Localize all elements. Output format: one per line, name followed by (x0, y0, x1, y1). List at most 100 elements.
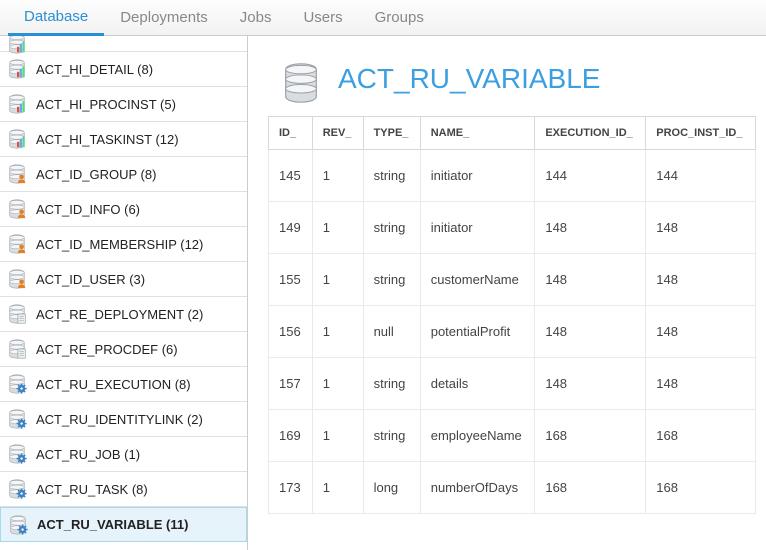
table-cell: customerName (420, 254, 535, 306)
table-cell: initiator (420, 202, 535, 254)
sidebar-item[interactable]: ACT_ID_GROUP (8) (0, 157, 247, 192)
table-cell: 148 (646, 358, 756, 410)
header: ACT_RU_VARIABLE (248, 36, 766, 116)
sidebar-item[interactable]: ACT_RU_IDENTITYLINK (2) (0, 402, 247, 437)
sidebar-item[interactable]: ACT_RE_PROCDEF (6) (0, 332, 247, 367)
database-icon (7, 514, 29, 536)
table-row[interactable]: 1561nullpotentialProfit148148 (269, 306, 756, 358)
table-cell: string (363, 254, 420, 306)
table-cell: 1 (312, 202, 363, 254)
table-cell: 148 (646, 306, 756, 358)
column-header[interactable]: REV_ (312, 117, 363, 150)
table-cell: 1 (312, 462, 363, 514)
table-cell: string (363, 150, 420, 202)
column-header[interactable]: EXECUTION_ID_ (535, 117, 646, 150)
sidebar: ACT_HI_DETAIL (8) ACT_HI_PROCINST (5) ACT_… (0, 36, 248, 550)
sidebar-item-label: ACT_HI_PROCINST (5) (36, 97, 176, 112)
table-row[interactable]: 1551stringcustomerName148148 (269, 254, 756, 306)
table-cell: 173 (269, 462, 313, 514)
table-row[interactable]: 1691stringemployeeName168168 (269, 410, 756, 462)
database-icon (6, 58, 28, 80)
sidebar-item-label: ACT_ID_MEMBERSHIP (12) (36, 237, 203, 252)
nav-tab-jobs[interactable]: Jobs (224, 1, 288, 34)
sidebar-item-label: ACT_RU_TASK (8) (36, 482, 148, 497)
database-icon (6, 408, 28, 430)
database-icon (6, 36, 28, 55)
table-row[interactable]: 1731longnumberOfDays168168 (269, 462, 756, 514)
sidebar-item-label: ACT_ID_GROUP (8) (36, 167, 156, 182)
table-row[interactable]: 1451stringinitiator144144 (269, 150, 756, 202)
sidebar-item[interactable]: ACT_ID_USER (3) (0, 262, 247, 297)
sidebar-item-label: ACT_RU_IDENTITYLINK (2) (36, 412, 203, 427)
database-icon (6, 93, 28, 115)
sidebar-item[interactable]: ACT_RU_EXECUTION (8) (0, 367, 247, 402)
sidebar-item[interactable]: ACT_RU_VARIABLE (11) (0, 507, 247, 542)
main-panel: ACT_RU_VARIABLE ID_REV_TYPE_NAME_EXECUTI… (248, 36, 766, 550)
table-cell: 168 (535, 462, 646, 514)
table-cell: 1 (312, 306, 363, 358)
database-icon (6, 128, 28, 150)
sidebar-item-label: ACT_RE_DEPLOYMENT (2) (36, 307, 203, 322)
table-cell: 148 (535, 358, 646, 410)
table-header-row: ID_REV_TYPE_NAME_EXECUTION_ID_PROC_INST_… (269, 117, 756, 150)
sidebar-item-label: ACT_RU_EXECUTION (8) (36, 377, 191, 392)
database-icon (6, 443, 28, 465)
table-cell: string (363, 202, 420, 254)
sidebar-item[interactable]: ACT_HI_PROCINST (5) (0, 87, 247, 122)
table-cell: string (363, 358, 420, 410)
sidebar-item-label: ACT_HI_TASKINST (12) (36, 132, 179, 147)
nav-tab-database[interactable]: Database (8, 0, 104, 36)
nav-tab-groups[interactable]: Groups (359, 1, 440, 34)
table-cell: potentialProfit (420, 306, 535, 358)
table-row[interactable]: 1491stringinitiator148148 (269, 202, 756, 254)
table-cell: 1 (312, 254, 363, 306)
table-cell: 144 (646, 150, 756, 202)
table-cell: 144 (535, 150, 646, 202)
table-cell: employeeName (420, 410, 535, 462)
sidebar-item[interactable]: ACT_HI_TASKINST (12) (0, 122, 247, 157)
sidebar-item-label: ACT_RU_JOB (1) (36, 447, 140, 462)
table-cell: 1 (312, 410, 363, 462)
sidebar-item[interactable]: ACT_ID_MEMBERSHIP (12) (0, 227, 247, 262)
nav-tab-users[interactable]: Users (287, 1, 358, 34)
table-cell: 148 (535, 254, 646, 306)
database-icon (6, 338, 28, 360)
column-header[interactable]: NAME_ (420, 117, 535, 150)
sidebar-item-label: ACT_ID_INFO (6) (36, 202, 140, 217)
table-cell: 149 (269, 202, 313, 254)
table-row[interactable]: 1571stringdetails148148 (269, 358, 756, 410)
column-header[interactable]: ID_ (269, 117, 313, 150)
database-icon (6, 373, 28, 395)
column-header[interactable]: PROC_INST_ID_ (646, 117, 756, 150)
sidebar-item[interactable]: ACT_RU_TASK (8) (0, 472, 247, 507)
page-title: ACT_RU_VARIABLE (338, 63, 600, 95)
nav-tab-deployments[interactable]: Deployments (104, 1, 224, 34)
table-cell: 1 (312, 150, 363, 202)
table-cell: 1 (312, 358, 363, 410)
data-table: ID_REV_TYPE_NAME_EXECUTION_ID_PROC_INST_… (268, 116, 756, 514)
column-header[interactable]: TYPE_ (363, 117, 420, 150)
sidebar-item[interactable]: ACT_RE_DEPLOYMENT (2) (0, 297, 247, 332)
sidebar-item-label: ACT_ID_USER (3) (36, 272, 145, 287)
table-cell: 169 (269, 410, 313, 462)
database-icon (278, 60, 324, 98)
database-icon (6, 163, 28, 185)
table-cell: 148 (646, 254, 756, 306)
table-cell: 168 (535, 410, 646, 462)
sidebar-item[interactable]: ACT_HI_DETAIL (8) (0, 52, 247, 87)
database-icon (6, 478, 28, 500)
sidebar-item-label: ACT_RU_VARIABLE (11) (37, 517, 188, 532)
table-cell: 155 (269, 254, 313, 306)
database-icon (6, 198, 28, 220)
table-cell: 156 (269, 306, 313, 358)
sidebar-item[interactable]: ACT_RU_JOB (1) (0, 437, 247, 472)
table-cell: 168 (646, 462, 756, 514)
sidebar-item-partial[interactable] (0, 36, 247, 52)
table-cell: 145 (269, 150, 313, 202)
table-cell: 168 (646, 410, 756, 462)
table-cell: 148 (535, 306, 646, 358)
sidebar-item[interactable]: ACT_ID_INFO (6) (0, 192, 247, 227)
top-nav: DatabaseDeploymentsJobsUsersGroups (0, 0, 766, 36)
table-cell: null (363, 306, 420, 358)
table-wrap: ID_REV_TYPE_NAME_EXECUTION_ID_PROC_INST_… (248, 116, 766, 550)
